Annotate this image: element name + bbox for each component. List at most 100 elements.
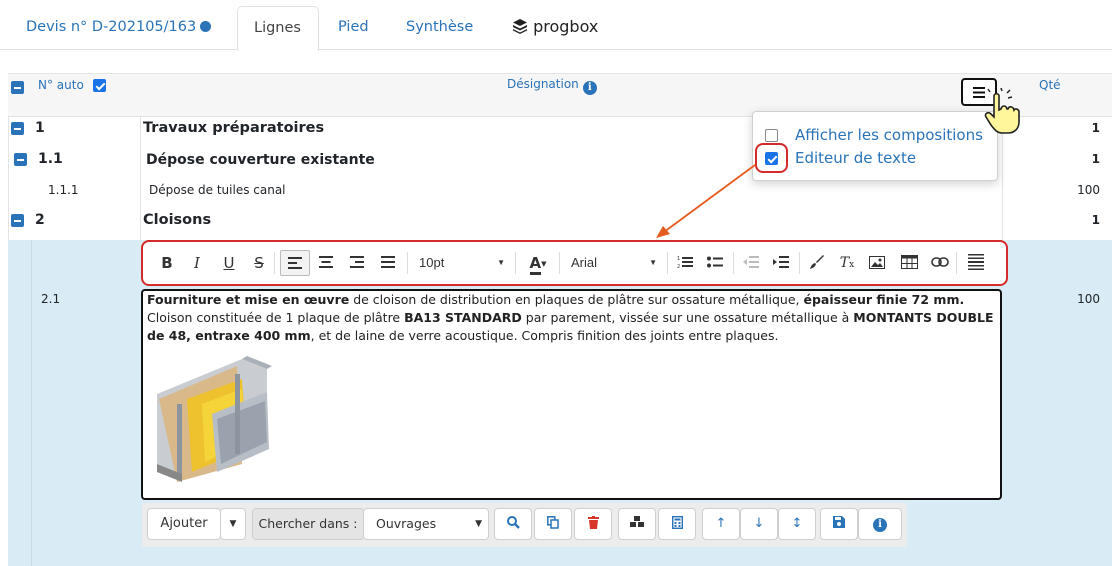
rich-text-editor[interactable]: Fourniture et mise en œuvre de cloison d… bbox=[141, 289, 1002, 500]
format-painter-icon[interactable] bbox=[805, 250, 829, 276]
outdent-icon[interactable] bbox=[739, 250, 763, 276]
arrow-up-icon: ↑ bbox=[715, 516, 727, 531]
clear-format-icon[interactable]: Tx bbox=[835, 250, 859, 276]
image-icon[interactable] bbox=[865, 250, 889, 276]
info-button[interactable]: i bbox=[858, 508, 902, 540]
show-compositions-label[interactable]: Afficher les compositions bbox=[795, 126, 983, 144]
font-family-value: Arial bbox=[571, 255, 598, 270]
chevron-down-icon: ▼ bbox=[497, 258, 505, 267]
copy-button[interactable] bbox=[534, 508, 572, 540]
show-compositions-checkbox[interactable] bbox=[765, 129, 778, 142]
svg-text:2: 2 bbox=[677, 264, 680, 269]
no-auto-checkbox[interactable] bbox=[93, 79, 106, 92]
search-source-select[interactable]: Ouvrages ▼ bbox=[363, 508, 489, 540]
text-editor-toolbar: B I U S 10pt ▼ A▼ Arial ▼ 12 Tx bbox=[141, 240, 1008, 286]
tab-bar: Devis n° D-202105/163 Lignes Pied Synthè… bbox=[0, 0, 1112, 51]
search-button[interactable] bbox=[494, 508, 532, 540]
info-circle-icon: i bbox=[873, 518, 887, 532]
row-number: 1.1 bbox=[38, 151, 63, 167]
horizontal-rule-icon[interactable] bbox=[964, 250, 988, 276]
collapse-row-2-icon[interactable] bbox=[11, 214, 24, 227]
components-button[interactable] bbox=[618, 508, 656, 540]
move-down-button[interactable]: ↓ bbox=[740, 508, 778, 540]
collapse-row-1-1-icon[interactable] bbox=[14, 153, 27, 166]
search-in-text: Chercher dans : bbox=[258, 516, 358, 531]
arrows-vertical-icon: ↕ bbox=[791, 516, 803, 531]
editor-text: , et de laine de verre acoustique. Compr… bbox=[310, 328, 779, 343]
tab-progbox[interactable]: progbox bbox=[496, 6, 614, 50]
progbox-logo-icon bbox=[513, 19, 527, 34]
add-dropdown-button[interactable]: ▼ bbox=[220, 508, 246, 540]
info-icon[interactable]: i bbox=[582, 81, 597, 95]
ordered-list-icon[interactable]: 12 bbox=[673, 250, 697, 276]
delete-button[interactable] bbox=[574, 508, 612, 540]
trash-icon bbox=[587, 516, 599, 529]
indent-icon[interactable] bbox=[769, 250, 793, 276]
save-icon bbox=[833, 516, 845, 528]
toolbar-separator bbox=[559, 252, 560, 274]
tab-pied[interactable]: Pied bbox=[322, 6, 385, 50]
pointer-cursor-icon bbox=[984, 88, 1020, 134]
tab-devis-label: Devis n° D-202105/163 bbox=[26, 19, 197, 35]
italic-icon[interactable]: I bbox=[187, 250, 207, 276]
column-divider bbox=[140, 116, 141, 240]
calculator-icon bbox=[671, 515, 683, 530]
link-icon[interactable] bbox=[928, 250, 952, 276]
font-size-select[interactable]: 10pt ▼ bbox=[419, 250, 509, 276]
tab-lignes[interactable]: Lignes bbox=[237, 6, 319, 51]
row-qty: 1 bbox=[1091, 152, 1100, 166]
caret-down-icon: ▼ bbox=[229, 519, 237, 529]
row-number: 2.1 bbox=[41, 292, 61, 306]
tab-lignes-label: Lignes bbox=[254, 20, 301, 36]
toolbar-separator bbox=[407, 252, 408, 274]
header-designation-label: Désignation bbox=[507, 77, 579, 91]
align-left-icon[interactable] bbox=[280, 250, 310, 276]
status-dot-icon bbox=[200, 21, 212, 32]
tab-pied-label: Pied bbox=[338, 19, 369, 35]
cubes-icon bbox=[630, 516, 644, 527]
header-no-auto: N° auto bbox=[38, 78, 84, 92]
row-qty: 1 bbox=[1091, 121, 1100, 135]
row-action-bar: Ajouter ▼ Chercher dans : Ouvrages ▼ ↑ ↓ … bbox=[142, 503, 907, 547]
row-qty: 1 bbox=[1091, 213, 1100, 227]
strikethrough-icon[interactable]: S bbox=[249, 250, 269, 276]
collapse-all-icon[interactable] bbox=[11, 81, 24, 94]
row-designation: Cloisons bbox=[143, 212, 212, 228]
row-designation: Dépose couverture existante bbox=[146, 152, 375, 168]
copy-icon bbox=[547, 516, 559, 529]
editor-text: de cloison de distribution en plaques de… bbox=[349, 292, 804, 307]
collapse-row-1-icon[interactable] bbox=[11, 122, 24, 135]
underline-icon[interactable]: U bbox=[219, 250, 239, 276]
search-in-label: Chercher dans : bbox=[252, 508, 364, 540]
header-designation: Désignation i bbox=[507, 77, 597, 95]
row-designation: Travaux préparatoires bbox=[143, 120, 325, 136]
tab-synthese[interactable]: Synthèse bbox=[390, 6, 489, 50]
font-family-select[interactable]: Arial ▼ bbox=[571, 250, 661, 276]
calculator-button[interactable] bbox=[658, 508, 696, 540]
editor-bold-text: épaisseur finie 72 mm. bbox=[803, 292, 965, 307]
align-right-icon[interactable] bbox=[346, 250, 368, 276]
font-size-value: 10pt bbox=[419, 255, 445, 270]
align-justify-icon[interactable] bbox=[377, 250, 399, 276]
toolbar-separator bbox=[274, 252, 275, 274]
text-editor-label[interactable]: Editeur de texte bbox=[795, 149, 916, 167]
header-qte: Qté bbox=[1039, 78, 1061, 92]
brand-label: progbox bbox=[533, 17, 599, 36]
bullet-list-icon[interactable] bbox=[703, 250, 727, 276]
move-up-button[interactable]: ↑ bbox=[702, 508, 740, 540]
svg-text:1: 1 bbox=[677, 256, 680, 262]
toolbar-separator bbox=[733, 252, 734, 274]
annotation-arrow bbox=[656, 164, 756, 238]
row-qty: 100 bbox=[1077, 292, 1100, 306]
align-center-icon[interactable] bbox=[315, 250, 337, 276]
chevron-down-icon: ▼ bbox=[649, 258, 657, 267]
move-button[interactable]: ↕ bbox=[778, 508, 816, 540]
text-color-icon[interactable]: A▼ bbox=[523, 250, 553, 276]
save-button[interactable] bbox=[820, 508, 858, 540]
bold-icon[interactable]: B bbox=[157, 250, 177, 276]
add-button[interactable]: Ajouter bbox=[147, 508, 221, 540]
tab-devis[interactable]: Devis n° D-202105/163 bbox=[10, 6, 227, 50]
row-number: 2 bbox=[35, 212, 45, 228]
table-icon[interactable] bbox=[897, 250, 921, 276]
chevron-down-icon: ▼ bbox=[475, 519, 482, 529]
